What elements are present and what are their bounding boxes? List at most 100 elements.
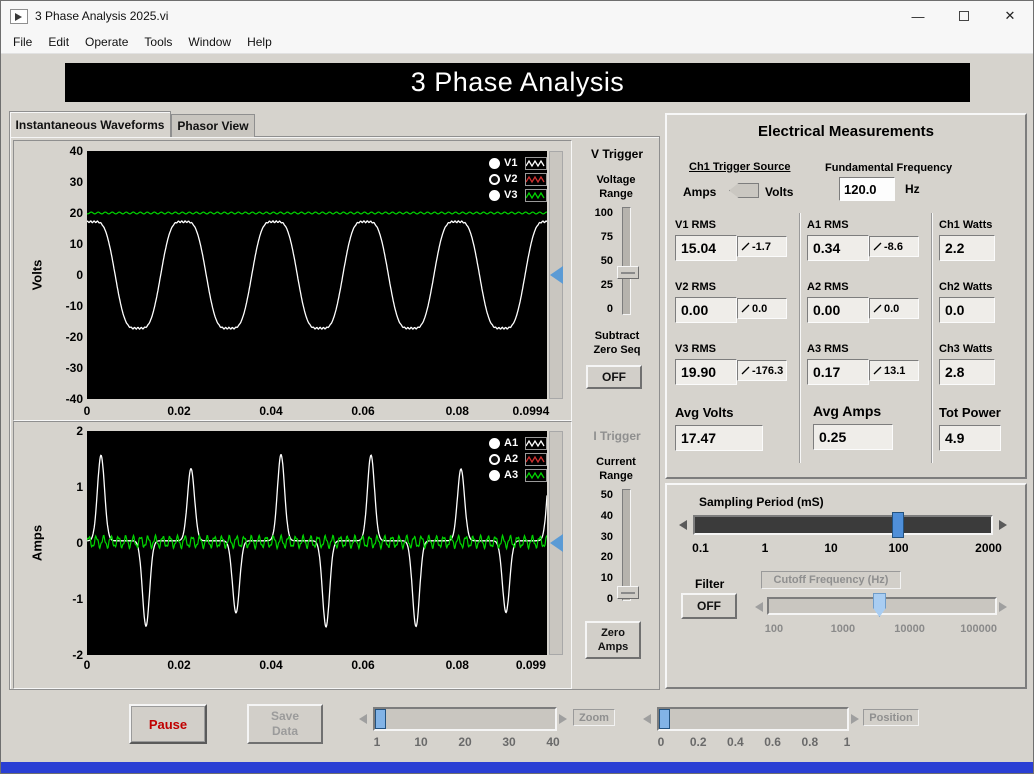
measure-value: 15.04: [675, 235, 737, 261]
scale-tick-label: -30: [65, 361, 83, 375]
v3-waveform-trace: [86, 211, 547, 215]
tot-power-label: Tot Power: [939, 405, 1001, 420]
subtract-zero-seq-button[interactable]: OFF: [586, 365, 642, 389]
a1-plot-swatch[interactable]: [525, 436, 547, 450]
close-button[interactable]: ✕: [987, 1, 1033, 31]
legend-item-v2[interactable]: V2: [465, 171, 547, 187]
v2-visible-radio[interactable]: [489, 173, 500, 185]
measure-label: V3 RMS: [675, 343, 716, 355]
tab-phasor-view[interactable]: Phasor View: [171, 114, 255, 137]
tab-instantaneous-waveforms[interactable]: Instantaneous Waveforms: [9, 111, 171, 137]
scale-tick-label: -10: [65, 299, 83, 313]
sampling-handle[interactable]: [892, 512, 904, 538]
swatch-wave-icon: [526, 159, 545, 167]
zoom-track[interactable]: [373, 707, 557, 731]
tot-power-value: 4.9: [939, 425, 1001, 451]
angle-icon: [873, 304, 882, 313]
legend-item-a1[interactable]: A1: [465, 435, 547, 451]
window-title: 3 Phase Analysis 2025.vi: [35, 9, 169, 23]
scale-tick-label: 0.6: [764, 735, 781, 749]
cutoff-decrement-arrow[interactable]: [755, 602, 763, 612]
measure-angle: 13.1: [869, 360, 919, 381]
volt-legend: V1 V2 V3: [465, 155, 547, 203]
v1-visible-radio[interactable]: [489, 157, 500, 169]
a3-plot-swatch[interactable]: [525, 468, 547, 482]
swatch-wave-icon: [526, 175, 545, 183]
legend-item-v3[interactable]: V3: [465, 187, 547, 203]
scale-tick-label: -20: [65, 330, 83, 344]
a1-visible-radio[interactable]: [489, 437, 500, 449]
avg-amps-value: 0.25: [813, 424, 893, 450]
minimize-button[interactable]: —: [895, 1, 941, 31]
current-range-handle[interactable]: [617, 586, 639, 599]
zoom-increment-arrow[interactable]: [559, 714, 567, 724]
v3-visible-radio[interactable]: [489, 189, 500, 201]
v-trigger-cursor[interactable]: [550, 266, 563, 284]
menu-window[interactable]: Window: [180, 32, 239, 52]
swatch-wave-icon: [526, 191, 545, 199]
measure-label: A2 RMS: [807, 281, 849, 293]
position-label: Position: [863, 709, 919, 726]
column-divider: [931, 213, 932, 463]
labview-run-arrow-icon: [15, 12, 22, 21]
v2-plot-swatch[interactable]: [525, 172, 547, 186]
position-scale: 0 0.2 0.4 0.6 0.8 1: [658, 735, 851, 749]
trigger-source-switch[interactable]: [729, 183, 759, 198]
scale-tick-label: 0: [606, 303, 613, 315]
voltage-range-track[interactable]: [622, 207, 631, 315]
position-increment-arrow[interactable]: [851, 714, 859, 724]
filter-button[interactable]: OFF: [681, 593, 737, 619]
legend-item-a3[interactable]: A3: [465, 467, 547, 483]
zero-amps-button[interactable]: Zero Amps: [585, 621, 641, 659]
a2-plot-swatch[interactable]: [525, 452, 547, 466]
position-track[interactable]: [657, 707, 849, 731]
v3-plot-swatch[interactable]: [525, 188, 547, 202]
pause-button[interactable]: Pause: [129, 704, 207, 744]
menu-operate[interactable]: Operate: [77, 32, 136, 52]
maximize-button[interactable]: [941, 1, 987, 31]
position-decrement-arrow[interactable]: [643, 714, 651, 724]
zoom-decrement-arrow[interactable]: [359, 714, 367, 724]
measure-value: 0.00: [807, 297, 869, 323]
measure-value: 0.17: [807, 359, 869, 385]
zoom-handle[interactable]: [375, 709, 386, 729]
zoom-scale: 1 10 20 30 40: [374, 735, 560, 749]
measure-value: 0.00: [675, 297, 737, 323]
cutoff-increment-arrow[interactable]: [999, 602, 1007, 612]
ch2-watts-cell: Ch2 Watts 0.0: [939, 281, 995, 323]
scale-tick-label: 0: [83, 404, 91, 418]
angle-icon: [741, 242, 750, 251]
sampling-track[interactable]: [693, 515, 993, 535]
scale-tick-label: 20: [69, 206, 83, 220]
menu-file[interactable]: File: [5, 32, 40, 52]
a1-rms-cell: A1 RMS 0.34 -8.6: [807, 219, 919, 261]
v1-plot-swatch[interactable]: [525, 156, 547, 170]
legend-item-v1[interactable]: V1: [465, 155, 547, 171]
scale-tick-label: 40: [546, 735, 560, 749]
amp-x-axis: 0 0.02 0.04 0.06 0.08 0.099: [84, 658, 547, 672]
measure-angle: 0.0: [869, 298, 919, 319]
legend-item-a2[interactable]: A2: [465, 451, 547, 467]
i-trigger-cursor[interactable]: [550, 534, 563, 552]
menu-help[interactable]: Help: [239, 32, 280, 52]
avg-volts-value: 17.47: [675, 425, 763, 451]
menu-tools[interactable]: Tools: [136, 32, 180, 52]
sampling-increment-arrow[interactable]: [999, 520, 1007, 530]
scale-tick-label: 1: [76, 480, 83, 494]
current-range-track[interactable]: [622, 489, 631, 601]
v1-rms-cell: V1 RMS 15.04 -1.7: [675, 219, 787, 261]
fundamental-frequency-input[interactable]: [839, 177, 895, 201]
position-handle[interactable]: [659, 709, 670, 729]
menu-edit[interactable]: Edit: [40, 32, 77, 52]
save-data-button[interactable]: Save Data: [247, 704, 323, 744]
a2-visible-radio[interactable]: [489, 453, 500, 465]
avg-volts-cell: Avg Volts 17.47: [675, 405, 763, 451]
volt-x-axis: 0 0.02 0.04 0.06 0.08 0.0994: [83, 404, 550, 418]
legend-label: V1: [504, 157, 518, 169]
a3-visible-radio[interactable]: [489, 469, 500, 481]
scale-tick-label: 10000: [894, 623, 925, 635]
zero-amps-label: Zero Amps: [597, 626, 629, 653]
sampling-decrement-arrow[interactable]: [679, 520, 687, 530]
voltage-range-handle[interactable]: [617, 266, 639, 279]
a2-rms-cell: A2 RMS 0.00 0.0: [807, 281, 919, 323]
